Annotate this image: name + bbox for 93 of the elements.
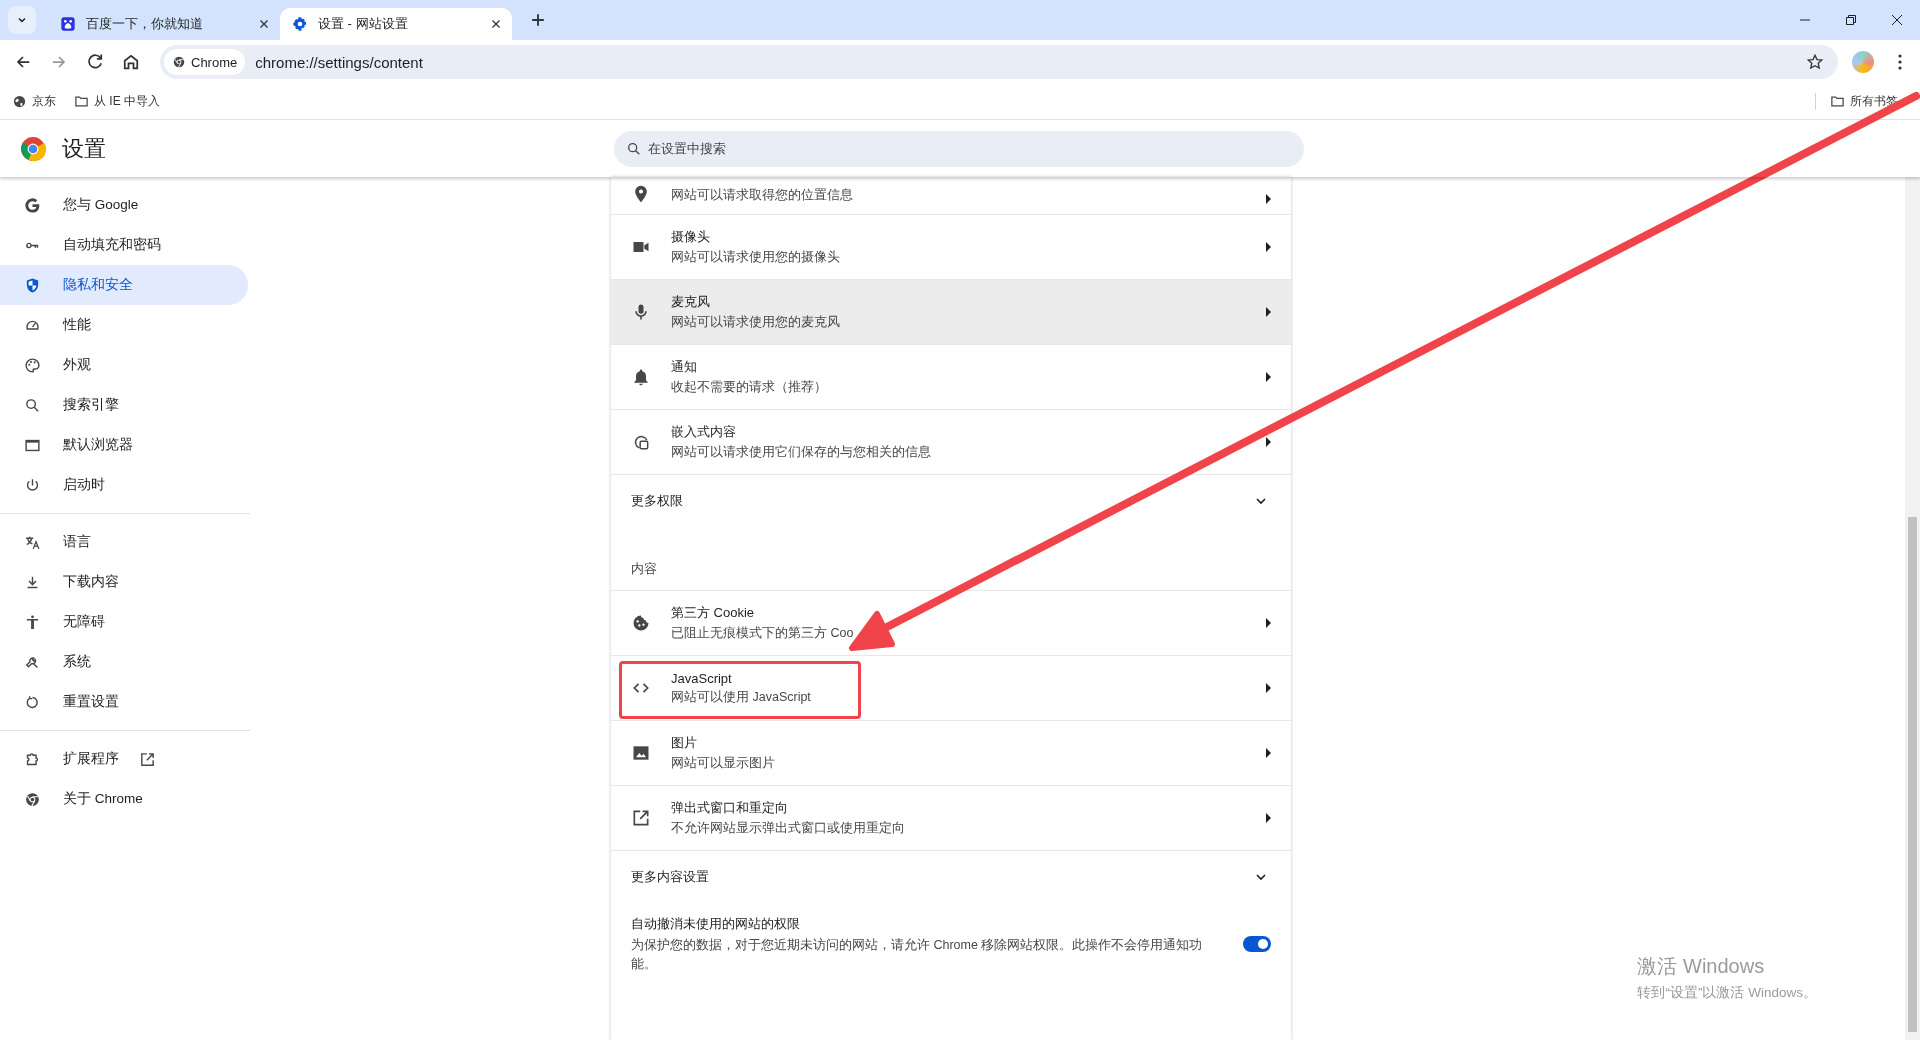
toggle-switch[interactable] [1243,936,1271,953]
caret-icon [1266,813,1271,823]
row-description: 不允许网站显示弹出式窗口或使用重定向 [671,820,906,837]
sidebar-item[interactable]: 搜索引擎 [0,385,248,425]
activation-hint: 转到“设置”以激活 Windows。 [1637,984,1817,1002]
row-description: 已阻止无痕模式下的第三方 Coo [671,625,855,642]
settings-row[interactable]: JavaScript 网站可以使用 JavaScript [611,655,1291,720]
expandable-section[interactable]: 更多权限 [611,474,1291,527]
bell-icon [631,367,651,387]
sidebar-item[interactable]: 下载内容 [0,562,248,602]
row-title: 通知 [671,358,698,376]
caret-icon [1266,618,1271,628]
caret-icon [1266,242,1271,252]
folder-icon [74,94,89,109]
chrome-icon [24,790,41,808]
close-icon[interactable] [258,18,270,30]
caret-icon [1266,437,1271,447]
caret-icon [1266,372,1271,382]
browser-tab[interactable]: 百度一下，你就知道 [48,8,280,40]
google-icon [24,196,41,214]
row-description: 网站可以请求使用您的麦克风 [671,314,841,331]
bookmark[interactable]: 京东 [12,93,56,110]
row-description: 网站可以请求使用它们保存的与您相关的信息 [671,444,932,461]
row-title: 摄像头 [671,228,711,246]
row-description: 网站可以使用 JavaScript [671,688,812,706]
bookmark[interactable]: 从 IE 中导入 [74,93,160,110]
row-description: 网站可以显示图片 [671,755,776,772]
close-icon[interactable] [1891,14,1903,26]
sidebar-item[interactable]: 系统 [0,642,248,682]
restore-icon[interactable] [1845,14,1857,26]
open-in-new-icon [139,750,156,768]
row-description: 收起不需要的请求（推荐） [671,379,828,396]
person-icon [24,613,41,631]
palette-icon [24,356,41,374]
section-heading: 内容 [631,562,657,576]
gear-icon [292,16,308,32]
row-description: 网站可以请求使用您的摄像头 [671,249,841,266]
sidebar-item[interactable]: 扩展程序 [0,739,248,779]
row-description: 网站可以请求取得您的位置信息 [671,187,854,204]
close-icon[interactable] [490,18,502,30]
search-icon [24,396,41,414]
row-title: 第三方 Cookie [671,604,756,622]
site-chip[interactable]: Chrome [164,49,246,75]
globe-icon [12,94,27,109]
page-title: 设置 [62,134,107,163]
sidebar-item[interactable]: 关于 Chrome [0,779,248,819]
sidebar-item[interactable]: 无障碍 [0,602,248,642]
sidebar-item[interactable]: 隐私和安全 [0,265,248,305]
caret-icon [1266,683,1271,693]
shield-icon [24,276,41,294]
sidebar-item[interactable]: 您与 Google [0,185,248,225]
star-icon[interactable] [1806,53,1824,71]
paw-icon [60,16,76,32]
settings-row[interactable]: 网站可以请求取得您的位置信息 [611,177,1291,214]
image-icon [631,743,651,763]
puzzle-icon [24,750,41,768]
setting-title: 自动撤消未使用的网站的权限 [631,915,801,933]
settings-row[interactable]: 通知 收起不需要的请求（推荐） [611,344,1291,409]
setting-description: 为保护您的数据，对于您近期未访问的网站，请允许 Chrome 移除网站权限。此操作不会停用通知功能。 [631,937,1204,973]
chrome-logo [20,135,46,162]
row-title: 图片 [671,734,698,752]
open-in-new-icon [631,808,651,828]
address-bar[interactable]: Chrome chrome://settings/content [160,45,1838,79]
folder-icon [1830,94,1845,109]
row-title: 麦克风 [671,293,711,311]
sidebar-item[interactable]: 默认浏览器 [0,425,248,465]
settings-row[interactable]: 弹出式窗口和重定向 不允许网站显示弹出式窗口或使用重定向 [611,785,1291,850]
row-title: 嵌入式内容 [671,423,737,441]
search-field[interactable]: 在设置中搜索 [614,130,1304,167]
sidebar-item[interactable]: 自动填充和密码 [0,225,248,265]
section-title: 更多权限 [631,492,683,510]
row-title: 弹出式窗口和重定向 [671,799,789,817]
settings-row[interactable]: 麦克风 网站可以请求使用您的麦克风 [611,279,1291,344]
sidebar-item[interactable]: 重置设置 [0,682,248,722]
caret-icon [1266,307,1271,317]
settings-row[interactable]: 嵌入式内容 网站可以请求使用它们保存的与您相关的信息 [611,409,1291,474]
cookie-icon [631,613,651,633]
sidebar-item[interactable]: 语言 [0,522,248,562]
power-icon [24,476,41,494]
section-title: 更多内容设置 [631,868,709,886]
reset-icon [24,693,41,711]
row-title: JavaScript [671,670,733,686]
scrollbar[interactable] [1905,177,1920,1040]
settings-row[interactable]: 图片 网站可以显示图片 [611,720,1291,785]
expandable-section[interactable]: 更多内容设置 [611,850,1291,903]
browser-tab[interactable]: 设置 - 网站设置 [280,8,512,40]
caret-icon [1266,748,1271,758]
sidebar-item[interactable]: 外观 [0,345,248,385]
caret-icon [1266,194,1271,204]
sidebar-item[interactable]: 启动时 [0,465,248,505]
sidebar-item[interactable]: 性能 [0,305,248,345]
activation-title: 激活 Windows [1637,954,1766,979]
chrome-icon [172,55,186,69]
